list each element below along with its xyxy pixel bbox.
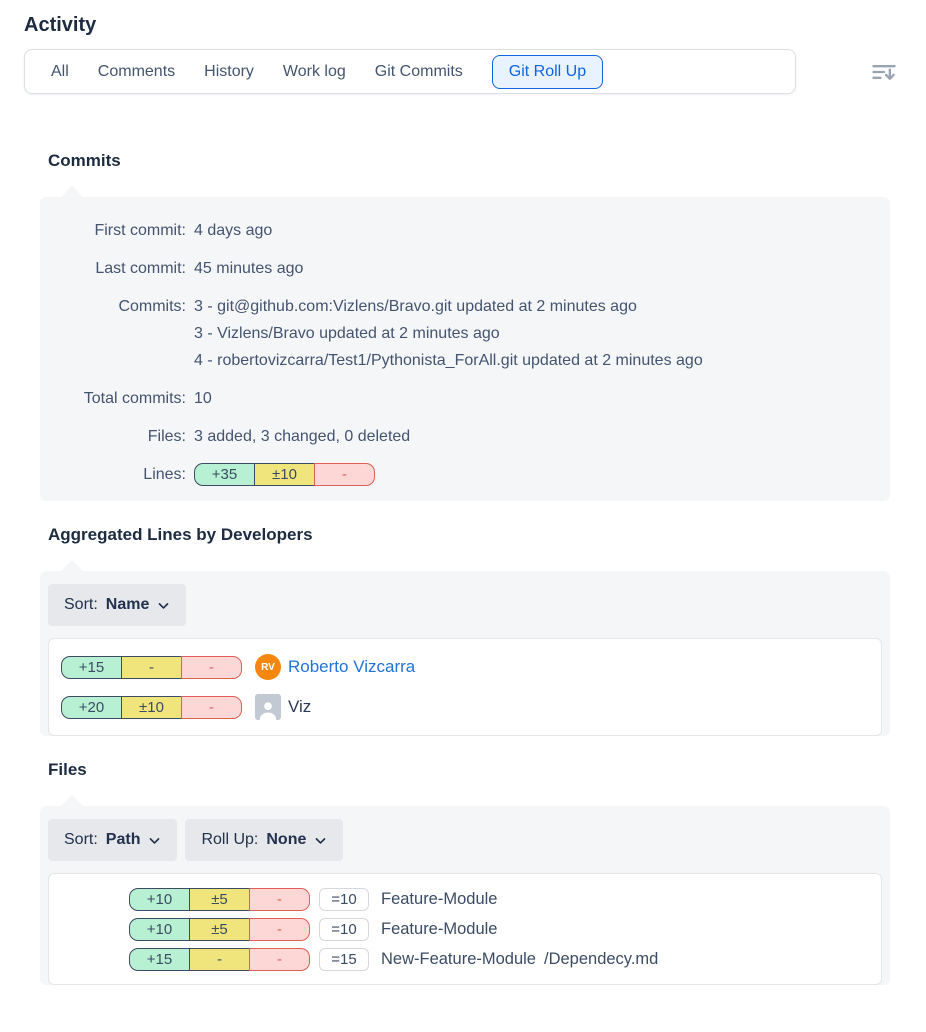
- file-name: Feature-Module: [381, 920, 497, 939]
- file-changed-badge: ±5: [189, 888, 250, 911]
- developer-name-link[interactable]: Roberto Vizcarra: [288, 657, 415, 677]
- files-panel: Sort: Path Roll Up: None +10 ±5 - =10 Fe…: [40, 806, 890, 985]
- file-deleted-badge: -: [249, 918, 310, 941]
- file-added-badge: +15: [129, 948, 190, 971]
- chevron-down-icon: [148, 834, 161, 847]
- dev-changed-badge: ±10: [121, 696, 182, 719]
- commit-repo-line: 4 - robertovizcarra/Test1/Pythonista_For…: [194, 347, 703, 374]
- developers-card: +15 - - RV Roberto Vizcarra +20 ±10 - Vi…: [48, 638, 882, 736]
- tab-comments[interactable]: Comments: [98, 63, 175, 81]
- file-total-badge: =15: [319, 948, 369, 971]
- file-lines-badge: +10 ±5 -: [129, 888, 310, 911]
- commit-repo-line: 3 - git@github.com:Vizlens/Bravo.git upd…: [194, 293, 703, 320]
- sort-button-prefix: Sort:: [64, 596, 98, 614]
- first-commit-row: First commit: 4 days ago: [56, 217, 874, 244]
- dev-added-badge: +20: [61, 696, 122, 719]
- tab-row: All Comments History Work log Git Commit…: [24, 49, 902, 94]
- activity-tabbar: All Comments History Work log Git Commit…: [24, 49, 796, 94]
- files-sort-button[interactable]: Sort: Path: [48, 819, 177, 861]
- tab-all[interactable]: All: [51, 63, 69, 81]
- files-heading: Files: [48, 760, 902, 780]
- sort-button-prefix: Sort:: [64, 831, 98, 849]
- file-changed-badge: -: [189, 948, 250, 971]
- file-lines-badge: +10 ±5 -: [129, 918, 310, 941]
- files-card: +10 ±5 - =10 Feature-Module +10 ±5 - =10…: [48, 873, 882, 985]
- file-name: New-Feature-Module: [381, 950, 536, 969]
- first-commit-value: 4 days ago: [186, 217, 272, 244]
- total-commits-row: Total commits: 10: [56, 385, 874, 412]
- developers-sort-button[interactable]: Sort: Name: [48, 584, 186, 626]
- lines-added-badge: +35: [194, 463, 255, 486]
- dev-deleted-badge: -: [181, 656, 242, 679]
- file-lines-badge: +15 - -: [129, 948, 310, 971]
- dev-changed-badge: -: [121, 656, 182, 679]
- file-row: +10 ±5 - =10 Feature-Module: [129, 918, 869, 941]
- files-summary-label: Files:: [56, 423, 186, 450]
- lines-summary-row: Lines: +35 ±10 -: [56, 461, 874, 488]
- file-total-badge: =10: [319, 918, 369, 941]
- file-deleted-badge: -: [249, 948, 310, 971]
- developers-heading: Aggregated Lines by Developers: [48, 525, 902, 545]
- page-title: Activity: [24, 14, 902, 37]
- total-commits-value: 10: [186, 385, 212, 412]
- tab-git-roll-up[interactable]: Git Roll Up: [492, 55, 603, 89]
- developer-lines-badge: +15 - -: [61, 656, 242, 679]
- default-person-avatar-icon: [255, 694, 281, 720]
- last-commit-label: Last commit:: [56, 255, 186, 282]
- developer-lines-badge: +20 ±10 -: [61, 696, 242, 719]
- avatar: RV: [255, 654, 281, 680]
- developer-row: +15 - - RV Roberto Vizcarra: [61, 654, 869, 680]
- commit-repo-line: 3 - Vizlens/Bravo updated at 2 minutes a…: [194, 320, 703, 347]
- commits-list-row: Commits: 3 - git@github.com:Vizlens/Brav…: [56, 293, 874, 374]
- file-changed-badge: ±5: [189, 918, 250, 941]
- dev-added-badge: +15: [61, 656, 122, 679]
- commits-heading: Commits: [48, 151, 902, 171]
- commits-values: 3 - git@github.com:Vizlens/Bravo.git upd…: [186, 293, 703, 374]
- lines-changed-badge: ±10: [254, 463, 315, 486]
- tab-git-commits[interactable]: Git Commits: [375, 63, 463, 81]
- file-added-badge: +10: [129, 888, 190, 911]
- lines-deleted-badge: -: [314, 463, 375, 486]
- last-commit-value: 45 minutes ago: [186, 255, 303, 282]
- first-commit-label: First commit:: [56, 217, 186, 244]
- rollup-button-prefix: Roll Up:: [201, 831, 258, 849]
- tab-history[interactable]: History: [204, 63, 254, 81]
- lines-summary-badge: +35 ±10 -: [186, 461, 375, 488]
- activity-page: Activity All Comments History Work log G…: [0, 0, 926, 985]
- sort-button-value: Path: [106, 831, 141, 849]
- sort-button-value: Name: [106, 596, 150, 614]
- dev-deleted-badge: -: [181, 696, 242, 719]
- files-toolbar: Sort: Path Roll Up: None: [40, 806, 890, 873]
- developer-row: +20 ±10 - Viz: [61, 694, 869, 720]
- files-rollup-button[interactable]: Roll Up: None: [185, 819, 343, 861]
- developers-panel: Sort: Name +15 - - RV Roberto Vizcarra +…: [40, 571, 890, 736]
- last-commit-row: Last commit: 45 minutes ago: [56, 255, 874, 282]
- lines-badge: +35 ±10 -: [194, 463, 375, 486]
- developer-name: Viz: [288, 697, 311, 717]
- developers-toolbar: Sort: Name: [40, 571, 890, 638]
- file-added-badge: +10: [129, 918, 190, 941]
- commits-panel: First commit: 4 days ago Last commit: 45…: [40, 197, 890, 501]
- file-path: /Dependecy.md: [544, 950, 658, 969]
- chevron-down-icon: [157, 599, 170, 612]
- rollup-button-value: None: [266, 831, 306, 849]
- file-name: Feature-Module: [381, 890, 497, 909]
- total-commits-label: Total commits:: [56, 385, 186, 412]
- chevron-down-icon: [314, 834, 327, 847]
- file-deleted-badge: -: [249, 888, 310, 911]
- file-row: +15 - - =15 New-Feature-Module /Dependec…: [129, 948, 869, 971]
- lines-summary-label: Lines:: [56, 461, 186, 488]
- files-summary-value: 3 added, 3 changed, 0 deleted: [186, 423, 410, 450]
- tab-work-log[interactable]: Work log: [283, 63, 346, 81]
- sort-descending-icon[interactable]: [870, 58, 898, 86]
- file-row: +10 ±5 - =10 Feature-Module: [129, 888, 869, 911]
- commits-label: Commits:: [56, 293, 186, 320]
- files-summary-row: Files: 3 added, 3 changed, 0 deleted: [56, 423, 874, 450]
- file-total-badge: =10: [319, 888, 369, 911]
